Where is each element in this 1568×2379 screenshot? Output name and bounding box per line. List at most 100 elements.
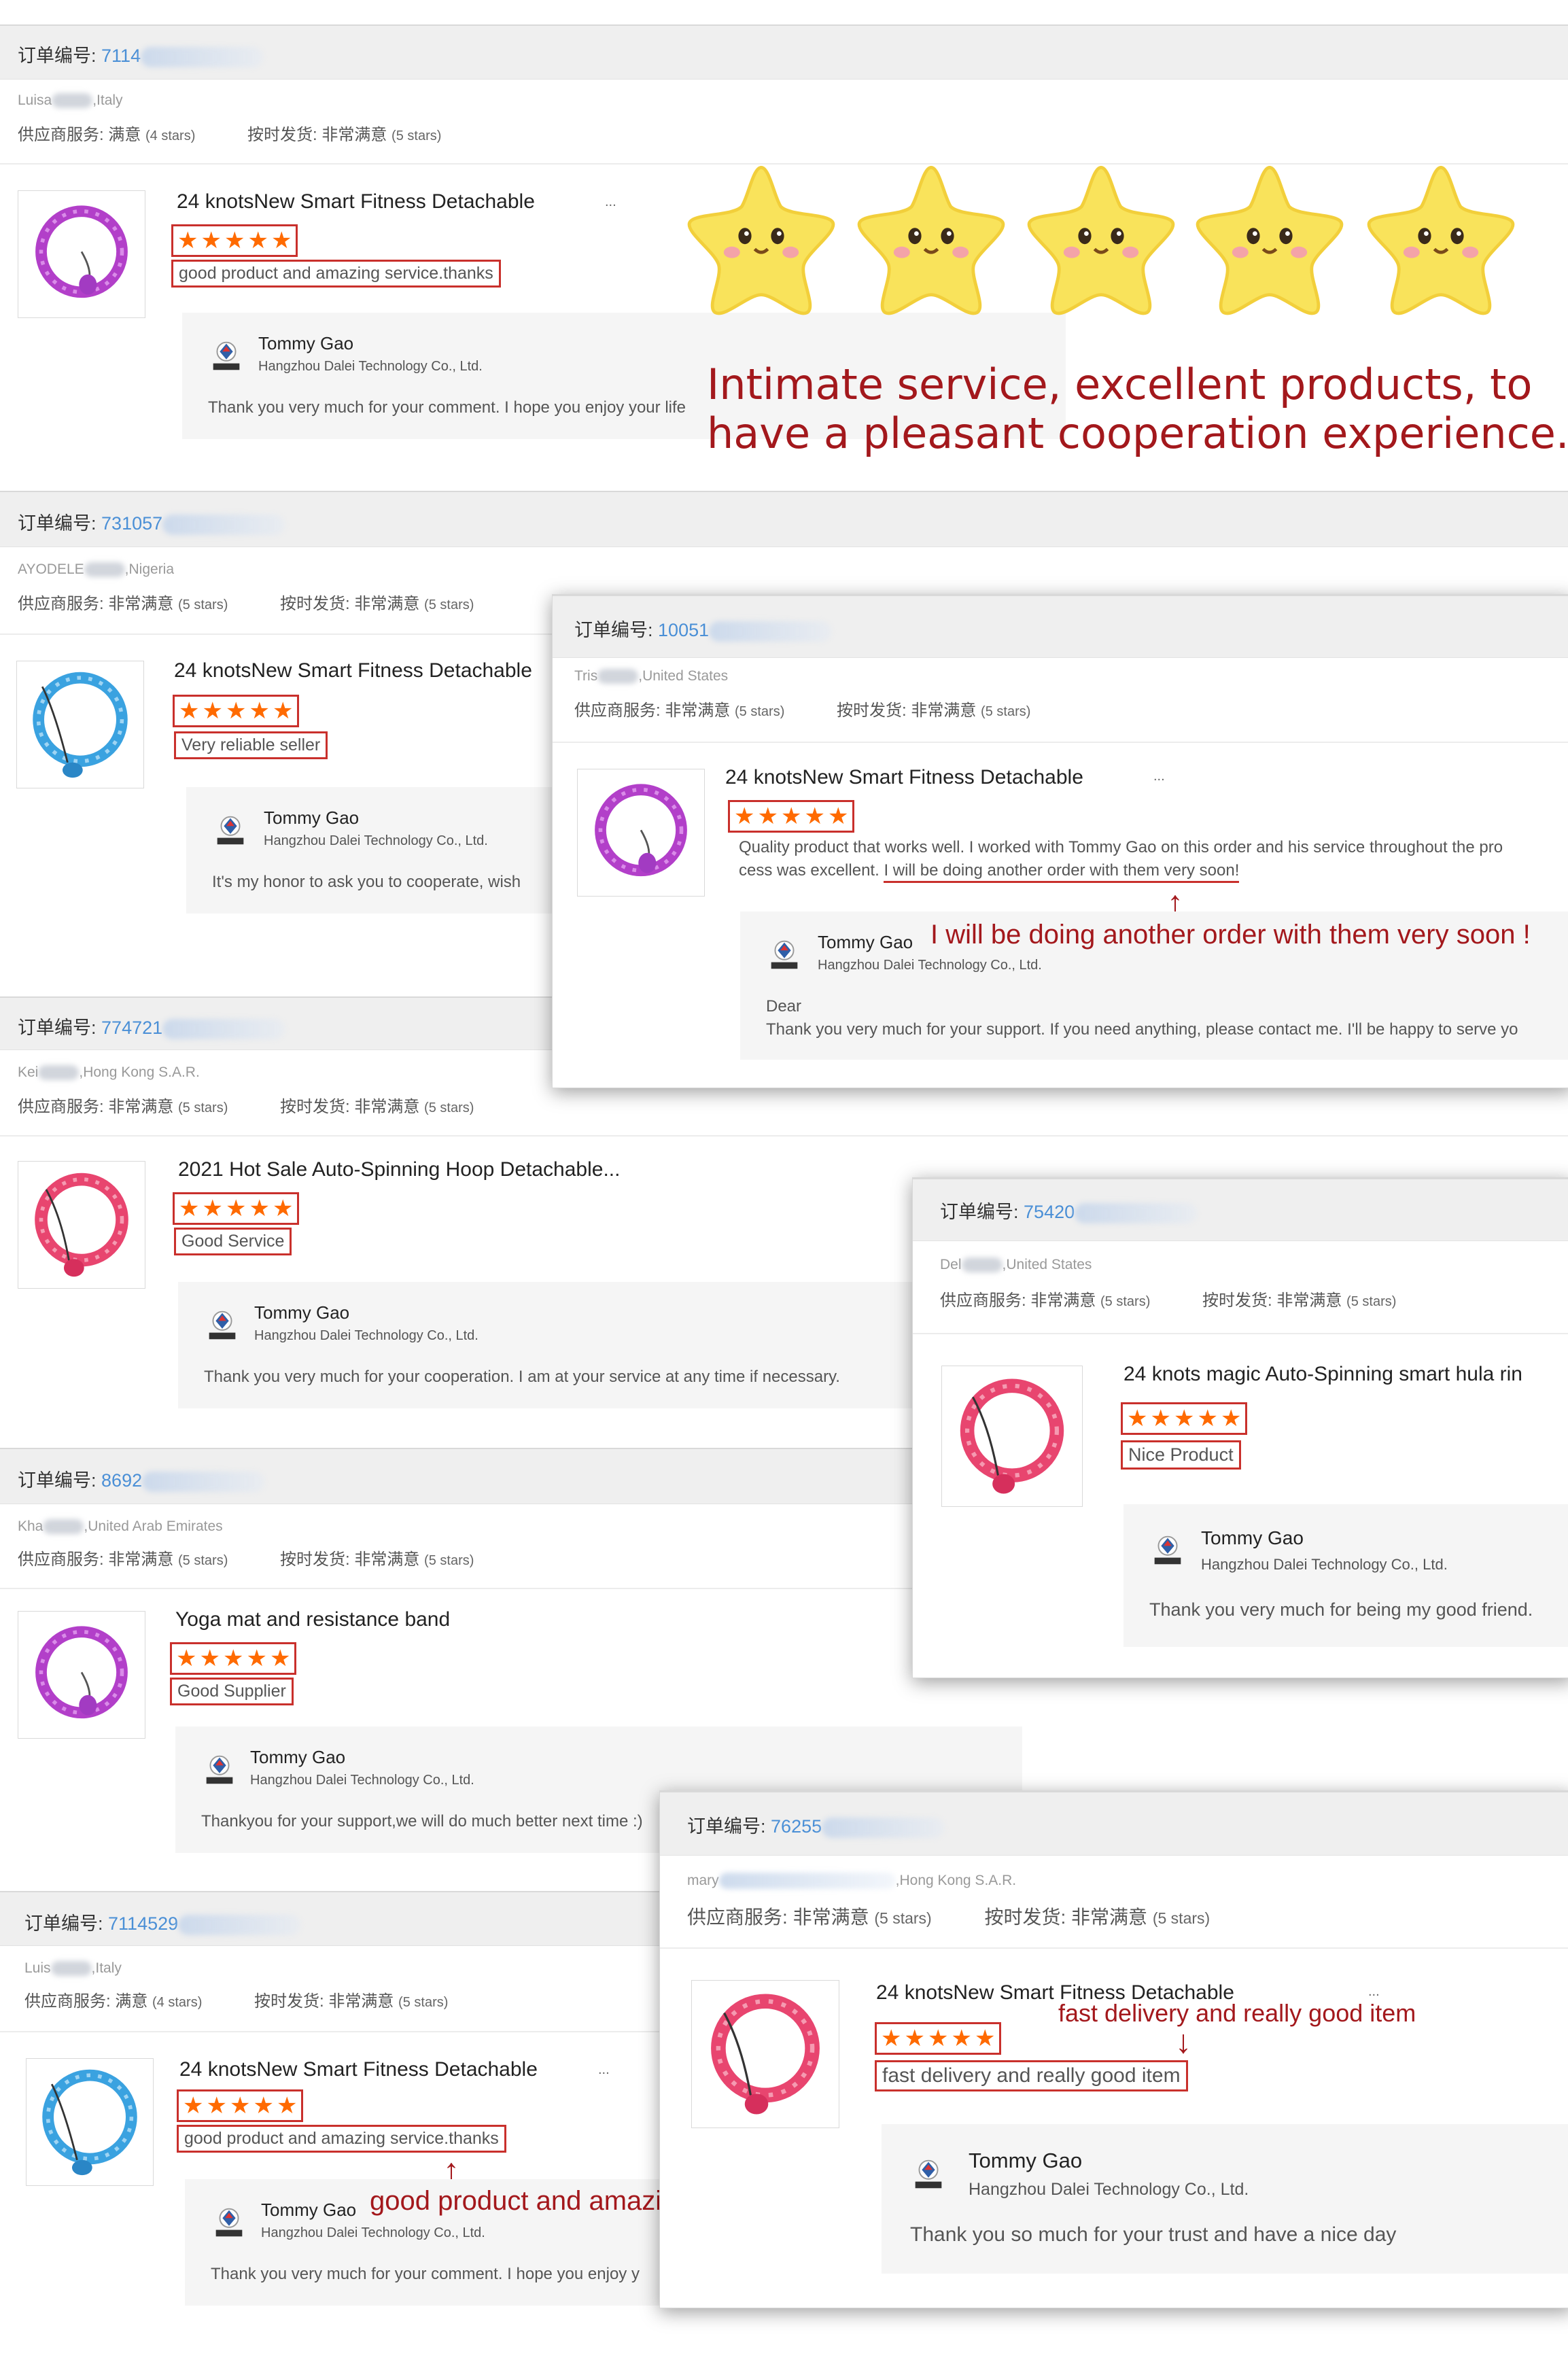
order-number[interactable]: 7114 [101,46,141,66]
order-number-label: 订单编号: 8692 [18,1465,265,1492]
reply-author: Tommy Gao [1201,1527,1304,1548]
product-title[interactable]: 2021 Hot Sale Auto-Spinning Hoop Detacha… [178,1158,620,1181]
reply-company: Hangzhou Dalei Technology Co., Ltd. [264,833,488,848]
rating-summary: 供应商服务: 非常满意 (5 stars) 按时发货: 非常满意 (5 star… [18,595,474,613]
product-thumbnail[interactable] [941,1366,1083,1507]
more-ellipsis: ... [1153,769,1165,784]
order-number[interactable]: 731057 [101,513,162,534]
review-comment: good product and amazing service.thanks [171,260,501,288]
order-number[interactable]: 76255 [771,1816,822,1837]
redaction-blur [52,93,93,109]
product-title[interactable]: 24 knotsNew Smart Fitness Detachable [725,766,1083,789]
reply-text: Thank you so much for your trust and hav… [910,2223,1397,2246]
buyer-info: Luis ,Italy [24,1960,122,1977]
review-comment-line-1: Quality product that works well. I worke… [739,838,1503,856]
rating-summary: 供应商服务: 满意 (4 stars) 按时发货: 非常满意 (5 stars) [18,126,442,144]
callout-text: fast delivery and really good item [1058,1999,1416,2027]
buyer-info: AYODELE ,Nigeria [18,561,175,578]
review-comment: good product and amazing service.thanks [177,2125,506,2153]
order-number[interactable]: 774721 [101,1018,162,1038]
review-card-7: 订单编号: 76255 mary ,Hong Kong S.A.R. 供应商服务:… [659,1790,1568,2308]
reply-company: Hangzhou Dalei Technology Co., Ltd. [261,2225,485,2240]
redaction-blur [718,1873,896,1890]
blue-hoop-icon [27,2059,153,2185]
supplier-reply: Tommy Gao Hangzhou Dalei Technology Co.,… [178,1282,926,1408]
reply-author: Tommy Gao [264,808,360,828]
reply-author: Tommy Gao [250,1747,346,1767]
pink-hoop-icon [18,1162,145,1288]
redaction-blur [141,46,264,67]
supplier-reply: Tommy Gao Hangzhou Dalei Technology Co.,… [882,2124,1568,2274]
review-comment: Good Supplier [170,1678,294,1705]
reply-company: Hangzhou Dalei Technology Co., Ltd. [258,359,483,374]
product-title[interactable]: 24 knots magic Auto-Spinning smart hula … [1123,1363,1522,1386]
product-thumbnail[interactable] [16,661,144,788]
review-card-3: 订单编号: 10051 Tris ,United States 供应商服务: 非常… [552,594,1568,1088]
product-thumbnail[interactable] [577,769,705,897]
buyer-info: Del ,United States [940,1257,1092,1273]
reply-text: Thank you very much for being my good fr… [1149,1599,1533,1620]
order-number[interactable]: 75420 [1024,1202,1075,1222]
dalei-logo-icon [200,1750,239,1789]
reply-text: Thank you very much for your comment. I … [208,398,686,417]
smiling-star-icon [1359,158,1522,321]
order-number[interactable]: 8692 [101,1470,142,1491]
buyer-info: Kha ,United Arab Emirates [18,1518,223,1535]
redaction-blur [84,562,125,578]
redaction-blur [162,514,285,535]
review-comment: Good Service [174,1228,292,1255]
order-number-label: 订单编号: 7114529 [24,1909,301,1935]
rating-summary: 供应商服务: 非常满意 (5 stars) 按时发货: 非常满意 (5 star… [687,1907,1210,1928]
order-number-label: 订单编号: 774721 [18,1013,285,1039]
dalei-logo-icon [765,935,804,974]
buyer-info: Kei ,Hong Kong S.A.R. [18,1064,200,1081]
product-thumbnail[interactable] [26,2058,154,2186]
reply-company: Hangzhou Dalei Technology Co., Ltd. [969,2180,1249,2199]
order-number[interactable]: 10051 [658,620,709,640]
order-prefix: 订单编号: [18,46,97,66]
star-rating: ★ ★ ★ ★ ★ [173,1192,300,1225]
reply-text: Thank you very much for your comment. I … [211,2265,640,2283]
product-thumbnail[interactable] [18,1161,145,1289]
redaction-blur [822,1817,945,1838]
redaction-blur [162,1018,285,1039]
dalei-logo-icon [209,2202,249,2242]
dalei-logo-icon [1148,1530,1187,1569]
smiling-star-icon [1188,158,1351,321]
product-title[interactable]: 24 knotsNew Smart Fitness Detachable [174,659,532,682]
purple-hoop-icon [578,769,704,896]
buyer-info: Luisa ,Italy [18,92,123,109]
reply-author: Tommy Gao [254,1302,350,1323]
rating-summary: 供应商服务: 非常满意 (5 stars) 按时发货: 非常满意 (5 star… [18,1550,474,1569]
review-comment: fast delivery and really good item [875,2060,1188,2091]
buyer-info: Tris ,United States [574,668,729,684]
product-thumbnail[interactable] [18,190,145,318]
reply-text: Thank you very much for your support. If… [766,1020,1518,1039]
product-thumbnail[interactable] [691,1980,839,2128]
redaction-blur [43,1519,84,1535]
reply-greeting: Dear [766,997,802,1015]
rating-summary: 供应商服务: 满意 (4 stars) 按时发货: 非常满意 (5 stars) [24,1992,449,2011]
smiling-star-icon [1020,158,1183,321]
review-comment-line-2: cess was excellent. I will be doing anot… [739,861,1240,883]
redaction-blur [50,1961,92,1977]
redaction-blur [597,669,639,684]
star-rating: ★ ★ ★ ★ ★ [875,2022,1002,2055]
reply-text: Thankyou for your support,we will do muc… [201,1812,643,1830]
order-header: 订单编号: 10051 [553,595,1568,658]
banner-line-2: have a pleasant cooperation experience. [707,409,1568,458]
pink-hoop-icon [942,1366,1082,1506]
dalei-logo-icon [211,810,250,850]
product-title[interactable]: 24 knotsNew Smart Fitness Detachable [179,2058,538,2081]
redaction-blur [961,1257,1003,1273]
product-thumbnail[interactable] [18,1611,145,1739]
reply-author: Tommy Gao [818,932,913,952]
product-title[interactable]: Yoga mat and resistance band [175,1608,450,1631]
review-card-5: 订单编号: 75420 Del ,United States 供应商服务: 非常满… [912,1177,1568,1678]
order-number[interactable]: 7114529 [108,1913,178,1934]
order-number-label: 订单编号: 731057 [18,508,285,535]
reply-company: Hangzhou Dalei Technology Co., Ltd. [818,958,1042,973]
dalei-logo-icon [909,2154,948,2193]
product-title[interactable]: 24 knotsNew Smart Fitness Detachable [177,190,535,213]
more-ellipsis: ... [605,194,616,209]
